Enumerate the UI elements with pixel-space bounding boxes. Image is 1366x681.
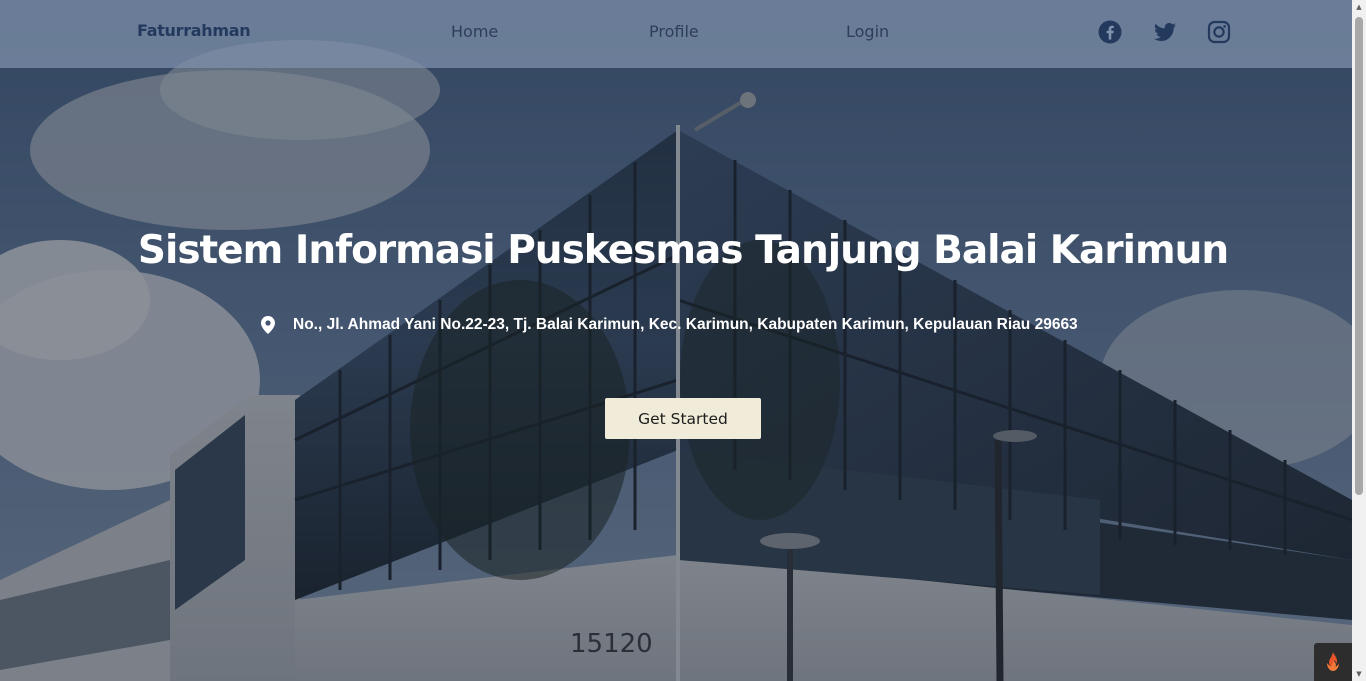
nav-link-home[interactable]: Home [451, 22, 498, 41]
browser-viewport: 15120 Faturrahman Home Profile Login Sis… [0, 0, 1366, 681]
navbar: Faturrahman Home Profile Login [0, 0, 1352, 68]
facebook-icon[interactable] [1098, 20, 1122, 44]
brand-logo-text[interactable]: Faturrahman [137, 21, 251, 40]
flame-widget-button[interactable] [1314, 643, 1352, 681]
get-started-button[interactable]: Get Started [605, 398, 761, 439]
hero-title: Sistem Informasi Puskesmas Tanjung Balai… [137, 228, 1229, 273]
address-line: No., Jl. Ahmad Yani No.22-23, Tj. Balai … [261, 314, 1078, 336]
nav-link-profile[interactable]: Profile [649, 22, 699, 41]
scroll-up-arrow-icon[interactable]: ▲ [1352, 0, 1366, 14]
hero-overlay [0, 0, 1352, 681]
scroll-down-arrow-icon[interactable]: ▼ [1352, 667, 1366, 681]
scrollbar-thumb[interactable] [1355, 17, 1363, 495]
page-scrollbar[interactable]: ▲ ▼ [1352, 0, 1366, 681]
nav-link-login[interactable]: Login [846, 22, 889, 41]
instagram-icon[interactable] [1207, 20, 1231, 44]
twitter-icon[interactable] [1153, 20, 1177, 44]
map-pin-icon [261, 316, 275, 334]
flame-icon [1327, 652, 1339, 671]
address-text: No., Jl. Ahmad Yani No.22-23, Tj. Balai … [293, 316, 1078, 333]
